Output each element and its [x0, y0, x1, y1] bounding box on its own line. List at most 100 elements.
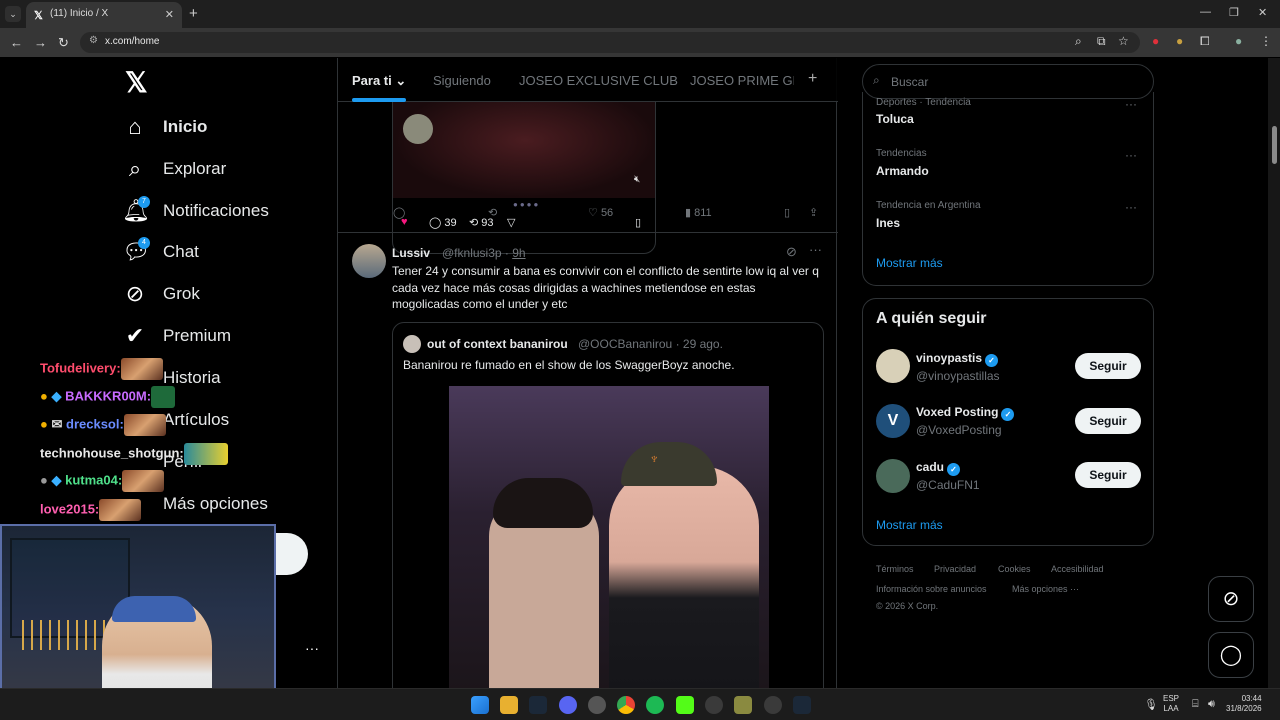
avatar[interactable]: [352, 244, 386, 278]
follow-button[interactable]: Seguir: [1075, 353, 1141, 379]
network-icon[interactable]: ⌸: [1192, 698, 1199, 711]
sidebar-item-explorar[interactable]: ⌕ Explorar: [122, 150, 322, 188]
tab-siguiendo[interactable]: Siguiendo: [433, 73, 491, 88]
more-icon[interactable]: ···: [809, 242, 822, 257]
app-icon[interactable]: [588, 696, 606, 714]
follow-button[interactable]: Seguir: [1075, 408, 1141, 434]
share-icon[interactable]: ▽: [507, 216, 515, 229]
volume-icon[interactable]: 🔊︎: [1208, 698, 1215, 711]
author-name[interactable]: Lussiv: [392, 246, 430, 260]
grok-icon[interactable]: ⊘: [786, 244, 797, 260]
footer-link[interactable]: Términos: [876, 564, 914, 574]
share-icon[interactable]: ⇪: [809, 206, 818, 219]
follow-name[interactable]: vinoypastis ✓: [916, 351, 999, 367]
spotify-icon[interactable]: [646, 696, 664, 714]
footer-link[interactable]: Privacidad: [934, 564, 976, 574]
trend-title[interactable]: Armando: [876, 164, 929, 178]
extension-icon[interactable]: ●: [1176, 34, 1183, 48]
scrollbar-thumb[interactable]: [1272, 126, 1277, 164]
bookmark-icon[interactable]: ▯: [784, 206, 790, 219]
address-bar[interactable]: ⚙ x.com/home: [80, 32, 1140, 53]
follow-name[interactable]: cadu ✓: [916, 460, 961, 476]
minimize-button[interactable]: —: [1200, 6, 1211, 18]
sidebar-item-grok[interactable]: ⊘ Grok: [122, 275, 322, 313]
embed-reply[interactable]: ◯ 39: [429, 216, 457, 229]
site-info-icon[interactable]: ⚙: [89, 35, 98, 46]
start-icon[interactable]: [471, 696, 489, 714]
follow-button[interactable]: Seguir: [1075, 462, 1141, 488]
discord-icon[interactable]: [559, 696, 577, 714]
tab-para-ti[interactable]: Para ti ⌄: [352, 73, 406, 89]
app-icon[interactable]: [734, 696, 752, 714]
maximize-button[interactable]: ❐: [1229, 6, 1239, 19]
trend-title[interactable]: Toluca: [876, 112, 914, 126]
tab-close-icon[interactable]: ✕: [165, 8, 174, 21]
cast-icon[interactable]: ⧉: [1097, 34, 1106, 49]
more-icon[interactable]: ···: [1125, 148, 1137, 162]
back-icon[interactable]: ←: [10, 35, 23, 50]
panel-title: A quién seguir: [876, 310, 987, 327]
sidebar-item-inicio[interactable]: ⌂ Inicio: [122, 108, 322, 146]
repost-icon[interactable]: ⟲: [488, 206, 497, 219]
more-icon[interactable]: ···: [1125, 200, 1137, 214]
file-explorer-icon[interactable]: [500, 696, 518, 714]
chat-message: ● ✉ drecksol:: [40, 414, 166, 436]
footer-link[interactable]: Información sobre anuncios: [876, 584, 987, 594]
add-tab-icon[interactable]: +: [808, 70, 817, 88]
reply-icon[interactable]: ◯: [393, 206, 405, 219]
tweet-time[interactable]: 9h: [512, 246, 525, 260]
extensions-icon[interactable]: ⧠: [1200, 34, 1210, 49]
ccleaner-icon[interactable]: [705, 696, 723, 714]
avatar[interactable]: [876, 459, 910, 493]
footer-link[interactable]: Más opciones ···: [1012, 584, 1079, 594]
steam-icon[interactable]: [793, 696, 811, 714]
microphone-icon[interactable]: 🎙︎: [1144, 698, 1158, 711]
app-icon[interactable]: [764, 696, 782, 714]
account-more-icon[interactable]: ···: [305, 640, 319, 656]
forward-icon[interactable]: →: [34, 35, 47, 50]
messages-fab-button[interactable]: ◯: [1208, 632, 1254, 678]
mute-icon[interactable]: 🔇︎: [634, 174, 640, 185]
sidebar-item-chat[interactable]: 💬︎ 4 Chat: [122, 233, 322, 271]
avatar[interactable]: V: [876, 404, 910, 438]
language-indicator[interactable]: ESP LAA: [1163, 694, 1179, 714]
kick-icon[interactable]: [676, 696, 694, 714]
clock[interactable]: 03:44 31/8/2026: [1226, 694, 1262, 714]
star-icon[interactable]: ☆: [1118, 34, 1129, 48]
reload-icon[interactable]: ↻: [58, 35, 69, 51]
like-button[interactable]: ♡ 56: [588, 206, 613, 219]
extension-icon[interactable]: ●: [1152, 34, 1159, 48]
new-tab-button[interactable]: +: [189, 5, 198, 22]
footer-link[interactable]: Cookies: [998, 564, 1031, 574]
trend-title[interactable]: Ines: [876, 216, 900, 230]
close-window-button[interactable]: ✕: [1258, 6, 1267, 19]
views-button[interactable]: ▮ 811: [685, 206, 712, 219]
tab-joseo-prime[interactable]: JOSEO PRIME GRI: [690, 73, 794, 88]
like-count: 56: [600, 207, 614, 219]
browser-tab[interactable]: 𝕏 (11) Inicio / X ✕: [26, 2, 182, 28]
avatar: [403, 114, 433, 144]
author-handle[interactable]: @fknlusi3p: [442, 246, 502, 260]
x-logo-icon[interactable]: 𝕏: [125, 66, 148, 99]
footer-link[interactable]: Accesibilidad: [1051, 564, 1104, 574]
profile-avatar[interactable]: ●: [1235, 34, 1242, 48]
scrollbar[interactable]: [1268, 58, 1280, 688]
more-icon[interactable]: ···: [1125, 97, 1137, 111]
steam-icon[interactable]: [529, 696, 547, 714]
quoted-tweet[interactable]: out of context bananirou @OOCBananirou ·…: [392, 322, 824, 702]
user-name: vinoypastis: [916, 351, 983, 365]
quoted-photo[interactable]: ♆: [449, 386, 769, 701]
grok-fab-button[interactable]: ⊘: [1208, 576, 1254, 622]
sidebar-item-notificaciones[interactable]: 🔔︎ 7 Notificaciones: [122, 192, 322, 230]
follow-name[interactable]: Voxed Posting ✓: [916, 405, 1015, 421]
zoom-icon[interactable]: ⌕: [1075, 34, 1082, 49]
show-more-link[interactable]: Mostrar más: [876, 256, 943, 270]
sidebar-item-premium[interactable]: ✔ Premium: [122, 317, 322, 355]
menu-icon[interactable]: ⋮: [1260, 34, 1272, 48]
show-more-link[interactable]: Mostrar más: [876, 518, 943, 532]
chrome-icon[interactable]: [617, 696, 635, 714]
avatar[interactable]: [876, 349, 910, 383]
tab-search-icon[interactable]: ⌄: [5, 6, 21, 22]
tab-joseo-exclusive-club[interactable]: JOSEO EXCLUSIVE CLUB: [519, 73, 678, 88]
bookmark-icon[interactable]: ▯: [635, 216, 641, 229]
